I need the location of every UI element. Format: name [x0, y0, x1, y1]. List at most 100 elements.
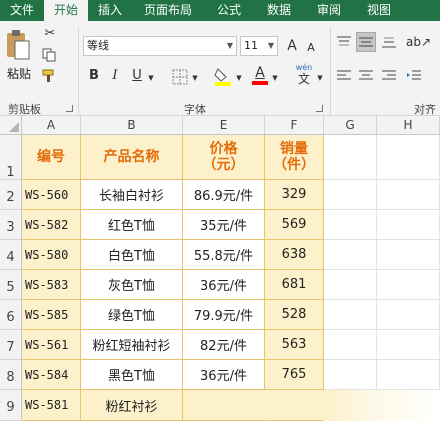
- align-middle-button[interactable]: [356, 32, 376, 52]
- column-header-f[interactable]: F: [265, 116, 324, 135]
- price-cell[interactable]: 36元/件: [183, 360, 265, 390]
- cell-empty[interactable]: [324, 360, 377, 390]
- sales-cell[interactable]: 569: [265, 210, 324, 240]
- chevron-down-icon[interactable]: ▼: [235, 69, 243, 87]
- tab-insert[interactable]: 插入: [88, 0, 132, 21]
- column-header-g[interactable]: G: [324, 116, 377, 135]
- align-top-icon[interactable]: [336, 35, 352, 49]
- indent-icon[interactable]: [406, 69, 422, 83]
- tab-review[interactable]: 审阅: [304, 0, 354, 21]
- grow-font-button[interactable]: A: [284, 37, 300, 55]
- sales-cell[interactable]: 329: [265, 180, 324, 210]
- font-size-select[interactable]: 11 ▼: [240, 36, 278, 56]
- cell-empty[interactable]: [324, 210, 377, 240]
- row-header-5[interactable]: 5: [0, 270, 22, 300]
- cell-empty[interactable]: [324, 240, 377, 270]
- header-name-cell[interactable]: 产品名称: [81, 135, 183, 180]
- column-header-e[interactable]: E: [183, 116, 265, 135]
- cell-empty[interactable]: [324, 330, 377, 360]
- price-cell[interactable]: 55.8元/件: [183, 240, 265, 270]
- tab-data[interactable]: 数据: [254, 0, 304, 21]
- phonetic-guide-button[interactable]: wén 文: [292, 63, 316, 87]
- font-color-button[interactable]: A: [252, 65, 268, 87]
- header-code-cell[interactable]: 编号: [22, 135, 81, 180]
- underline-button[interactable]: U: [130, 67, 144, 85]
- product-name-cell[interactable]: 灰色T恤: [81, 270, 183, 300]
- row-header-8[interactable]: 8: [0, 360, 22, 390]
- tab-view[interactable]: 视图: [354, 0, 404, 21]
- align-right-icon[interactable]: [381, 69, 397, 83]
- select-all-corner[interactable]: [0, 116, 22, 135]
- price-cell[interactable]: [183, 390, 265, 421]
- cell-empty[interactable]: [377, 360, 440, 390]
- code-cell[interactable]: WS-561: [22, 330, 81, 360]
- sales-cell[interactable]: 528: [265, 300, 324, 330]
- code-cell[interactable]: WS-560: [22, 180, 81, 210]
- row-header-3[interactable]: 3: [0, 210, 22, 240]
- cell-empty[interactable]: [324, 180, 377, 210]
- code-cell[interactable]: WS-583: [22, 270, 81, 300]
- row-header-7[interactable]: 7: [0, 330, 22, 360]
- cell-empty[interactable]: [377, 330, 440, 360]
- row-header-6[interactable]: 6: [0, 300, 22, 330]
- product-name-cell[interactable]: 红色T恤: [81, 210, 183, 240]
- cell-empty[interactable]: [377, 210, 440, 240]
- cell-empty[interactable]: [377, 240, 440, 270]
- product-name-cell[interactable]: 长袖白衬衫: [81, 180, 183, 210]
- product-name-cell[interactable]: 黑色T恤: [81, 360, 183, 390]
- tab-page-layout[interactable]: 页面布局: [132, 0, 204, 21]
- sales-cell[interactable]: 563: [265, 330, 324, 360]
- cell-empty[interactable]: [324, 270, 377, 300]
- sales-cell[interactable]: [265, 390, 324, 421]
- chevron-down-icon[interactable]: ▼: [147, 69, 155, 87]
- product-name-cell[interactable]: 绿色T恤: [81, 300, 183, 330]
- code-cell[interactable]: WS-580: [22, 240, 81, 270]
- tab-home[interactable]: 开始: [44, 0, 88, 21]
- code-cell[interactable]: WS-582: [22, 210, 81, 240]
- product-name-cell[interactable]: 粉红短袖衬衫: [81, 330, 183, 360]
- cell-g1[interactable]: [324, 135, 377, 180]
- product-name-cell[interactable]: 粉红衬衫: [81, 390, 183, 421]
- cell-h1[interactable]: [377, 135, 440, 180]
- font-dialog-launcher-icon[interactable]: [316, 105, 323, 112]
- price-cell[interactable]: 79.9元/件: [183, 300, 265, 330]
- chevron-down-icon[interactable]: ▼: [271, 69, 279, 87]
- clipboard-dialog-launcher-icon[interactable]: [66, 105, 73, 112]
- product-name-cell[interactable]: 白色T恤: [81, 240, 183, 270]
- header-sales-cell[interactable]: 销量 （件）: [265, 135, 324, 180]
- bold-button[interactable]: B: [86, 67, 102, 85]
- header-price-cell[interactable]: 价格 （元）: [183, 135, 265, 180]
- orientation-icon[interactable]: ab↗: [406, 33, 431, 51]
- align-left-icon[interactable]: [336, 69, 352, 83]
- column-header-a[interactable]: A: [22, 116, 81, 135]
- chevron-down-icon[interactable]: ▼: [191, 69, 199, 87]
- sales-cell[interactable]: 681: [265, 270, 324, 300]
- row-header-1[interactable]: 1: [0, 135, 22, 180]
- price-cell[interactable]: 35元/件: [183, 210, 265, 240]
- font-name-select[interactable]: 等线 ▼: [83, 36, 237, 56]
- sales-cell[interactable]: 765: [265, 360, 324, 390]
- row-header-9[interactable]: 9: [0, 390, 22, 421]
- chevron-down-icon[interactable]: ▼: [316, 69, 324, 87]
- price-cell[interactable]: 82元/件: [183, 330, 265, 360]
- code-cell[interactable]: WS-581: [22, 390, 81, 421]
- column-header-h[interactable]: H: [377, 116, 440, 135]
- column-header-b[interactable]: B: [81, 116, 183, 135]
- copy-icon[interactable]: [42, 48, 56, 62]
- cell-empty[interactable]: [377, 300, 440, 330]
- italic-button[interactable]: I: [108, 67, 122, 85]
- cell-empty[interactable]: [377, 270, 440, 300]
- align-center-icon[interactable]: [358, 69, 374, 83]
- price-cell[interactable]: 86.9元/件: [183, 180, 265, 210]
- shrink-font-button[interactable]: A: [304, 39, 318, 57]
- code-cell[interactable]: WS-585: [22, 300, 81, 330]
- code-cell[interactable]: WS-584: [22, 360, 81, 390]
- cut-icon[interactable]: ✂: [42, 25, 58, 43]
- sales-cell[interactable]: 638: [265, 240, 324, 270]
- price-cell[interactable]: 36元/件: [183, 270, 265, 300]
- border-icon[interactable]: [172, 69, 188, 85]
- row-header-2[interactable]: 2: [0, 180, 22, 210]
- cell-empty[interactable]: [377, 180, 440, 210]
- align-bottom-icon[interactable]: [381, 35, 397, 49]
- paste-button[interactable]: 粘贴: [4, 29, 34, 81]
